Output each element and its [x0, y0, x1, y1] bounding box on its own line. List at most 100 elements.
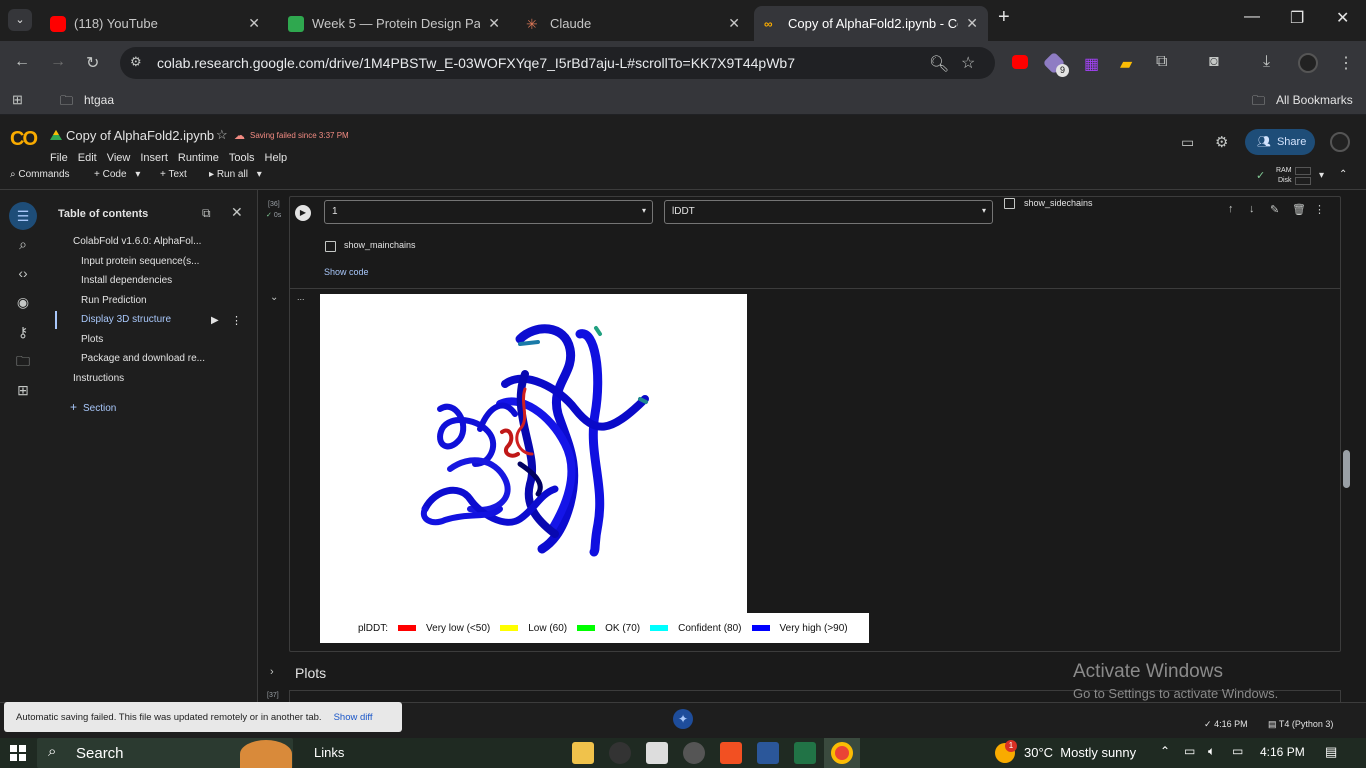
bookmark-star-icon[interactable]: ☆ [961, 53, 975, 73]
add-code-button[interactable]: + Code ▾ [94, 169, 140, 180]
taskbar-clock[interactable]: 4:16 PM [1260, 745, 1305, 759]
bookmark-folder-htgaa[interactable]: htgaa [84, 93, 114, 107]
color-select[interactable]: lDDT ▾ [664, 200, 993, 224]
chevron-down-icon[interactable]: ▾ [257, 169, 262, 180]
browser-menu-icon[interactable]: ⋮ [1338, 53, 1354, 73]
toc-item[interactable]: Run Prediction [81, 295, 147, 306]
app-icon[interactable] [646, 742, 668, 764]
delete-icon[interactable]: 🗑︎ [1292, 203, 1306, 216]
run-all-button[interactable]: ▸ Run all ▾ [209, 169, 262, 180]
forward-icon[interactable]: → [50, 53, 66, 71]
save-status[interactable]: Saving failed since 3:37 PM [250, 131, 349, 140]
word-icon[interactable] [757, 742, 779, 764]
toc-item[interactable]: Install dependencies [81, 275, 172, 286]
extensions-icon[interactable]: ⧉ [1156, 53, 1167, 71]
folder-extension-icon[interactable]: ▰ [1120, 54, 1132, 74]
tab-colab[interactable]: ∞ Copy of AlphaFold2.ipynb - Col ✕ [754, 6, 988, 41]
move-up-icon[interactable]: ↑ [1228, 203, 1234, 215]
media-player-icon[interactable] [683, 742, 705, 764]
toc-item[interactable]: Plots [81, 334, 103, 345]
close-icon[interactable]: ✕ [966, 15, 978, 32]
settings-gear-icon[interactable]: ⚙ [1215, 133, 1228, 151]
toc-item[interactable]: Instructions [73, 373, 124, 384]
more-vert-icon[interactable]: ⋮ [231, 314, 242, 327]
windows-start-icon[interactable] [10, 745, 26, 761]
new-tab-button[interactable]: + [998, 6, 1010, 29]
run-cell-button[interactable]: ▶ [295, 205, 311, 221]
app-icon[interactable] [609, 742, 631, 764]
tab-claude[interactable]: ✳ Claude ✕ [516, 6, 750, 41]
chevron-down-icon[interactable]: ▾ [135, 169, 140, 180]
colab-avatar[interactable] [1330, 132, 1350, 152]
add-text-button[interactable]: + Text [160, 169, 187, 180]
url-text[interactable]: colab.research.google.com/drive/1M4PBSTw… [157, 55, 795, 71]
site-settings-icon[interactable]: ⚙ [130, 54, 142, 70]
colab-logo[interactable]: CO [10, 128, 38, 151]
tab-search-button[interactable]: ⌄ [8, 9, 32, 31]
close-icon[interactable]: ✕ [488, 15, 500, 32]
reload-icon[interactable]: ↻ [86, 53, 99, 73]
weather-text[interactable]: 30°C Mostly sunny [1024, 745, 1136, 760]
toc-item[interactable]: ColabFold v1.6.0: AlphaFol... [73, 236, 201, 247]
star-icon[interactable]: ☆ [216, 127, 228, 143]
collapse-header-icon[interactable]: ⌃ [1339, 169, 1347, 180]
protein-3d-viewer[interactable] [320, 294, 747, 613]
show-mainchains-checkbox[interactable] [325, 241, 336, 252]
taskbar-search-text[interactable]: Search [76, 745, 124, 762]
tab-youtube[interactable]: (118) YouTube ✕ [40, 6, 270, 41]
chevron-up-icon[interactable]: ⌃ [1160, 744, 1170, 758]
minimize-button[interactable]: — [1244, 8, 1260, 26]
plots-section-heading[interactable]: Plots [295, 665, 326, 681]
file-explorer-icon[interactable] [572, 742, 594, 764]
toc-item[interactable]: Input protein sequence(s... [81, 256, 199, 267]
back-icon[interactable]: ← [14, 53, 30, 71]
run-section-play-icon[interactable]: ▶ [211, 315, 219, 326]
notifications-icon[interactable]: ▤ [1325, 744, 1337, 760]
youtube-extension-icon[interactable] [1012, 55, 1028, 69]
close-icon[interactable]: ✕ [728, 15, 740, 32]
move-down-icon[interactable]: ↓ [1249, 203, 1255, 215]
close-icon[interactable]: ✕ [231, 204, 243, 221]
output-menu-icon[interactable]: ... [297, 292, 305, 302]
excel-icon[interactable] [794, 742, 816, 764]
screenshot-icon[interactable]: ◙ [1209, 53, 1219, 71]
volume-icon[interactable]: 🔈︎ [1208, 744, 1215, 759]
apps-grid-icon[interactable]: ⊞ [12, 92, 23, 108]
toc-item[interactable]: Package and download re... [81, 353, 205, 364]
all-bookmarks[interactable]: All Bookmarks [1276, 93, 1353, 107]
collapse-output-icon[interactable]: ⌄ [270, 292, 278, 303]
battery-icon[interactable]: ▭ [1232, 744, 1243, 758]
more-vert-icon[interactable]: ⋮ [1314, 203, 1325, 216]
zotero-icon[interactable]: ▦ [1084, 54, 1099, 74]
expand-section-icon[interactable]: › [270, 666, 274, 678]
show-code-link[interactable]: Show code [324, 267, 369, 277]
close-icon[interactable]: ✕ [248, 15, 260, 32]
share-button[interactable]: 👥︎ Share [1245, 129, 1315, 155]
comments-icon[interactable]: ▭ [1181, 134, 1194, 151]
close-window-button[interactable]: ✕ [1336, 8, 1349, 28]
network-icon[interactable]: ▭ [1184, 744, 1195, 758]
profile-avatar[interactable] [1298, 53, 1318, 73]
commands-button[interactable]: ⌕ Commands [10, 169, 70, 180]
notebook-title[interactable]: Copy of AlphaFold2.ipynb [66, 128, 214, 143]
edit-pencil-icon[interactable]: ✎ [1270, 203, 1279, 216]
open-in-tab-icon[interactable]: ⧉ [202, 206, 211, 221]
show-sidechains-checkbox[interactable] [1004, 198, 1015, 209]
download-icon[interactable]: ⤓ [1263, 53, 1270, 71]
find-icon[interactable]: ⌕ [13, 234, 33, 254]
chevron-down-icon[interactable]: ▾ [1319, 170, 1324, 181]
toc-item-active[interactable]: Display 3D structure [81, 314, 171, 325]
scrollbar-thumb[interactable] [1343, 450, 1350, 488]
chrome-icon[interactable] [831, 742, 853, 764]
toc-icon[interactable]: ☰ [9, 202, 37, 230]
tab-week5[interactable]: Week 5 — Protein Design Part I ✕ [278, 6, 510, 41]
show-diff-link[interactable]: Show diff [334, 712, 373, 723]
secrets-key-icon[interactable]: ⚷ [13, 322, 33, 342]
store-icon[interactable] [720, 742, 742, 764]
add-section-button[interactable]: + Section [70, 400, 116, 414]
gemini-sparkle-icon[interactable]: ✦ [673, 709, 693, 729]
zoom-icon[interactable]: 🔍︎ [929, 54, 949, 74]
data-table-icon[interactable]: ⊞ [13, 380, 33, 400]
files-folder-icon[interactable]: 🗀 [13, 351, 33, 371]
resource-labels[interactable]: RAM Disk [1276, 166, 1292, 186]
